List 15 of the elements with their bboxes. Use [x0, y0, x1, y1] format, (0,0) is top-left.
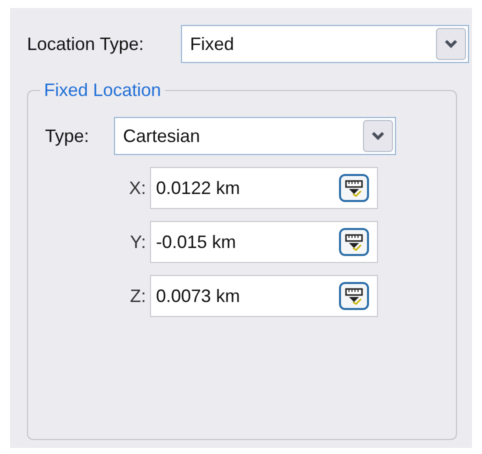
chevron-down-icon [436, 28, 466, 60]
coordinate-field[interactable]: -0.015 km [150, 221, 378, 263]
coordinate-field[interactable]: 0.0122 km [150, 167, 378, 209]
coordinate-label: Y: [128, 230, 147, 254]
coordinate-label: X: [128, 176, 147, 200]
ruler-icon[interactable] [339, 174, 369, 202]
field-label: Type: [45, 124, 90, 148]
type-dropdown[interactable]: Cartesian [114, 117, 396, 155]
coordinate-field[interactable]: 0.0073 km [150, 275, 378, 317]
coordinate-label: Z: [129, 284, 147, 308]
ruler-icon[interactable] [339, 228, 369, 256]
field-label: Location Type: [27, 32, 145, 56]
ruler-icon[interactable] [339, 282, 369, 310]
location-type-dropdown[interactable]: Fixed [181, 25, 469, 63]
chevron-down-icon [363, 120, 393, 152]
